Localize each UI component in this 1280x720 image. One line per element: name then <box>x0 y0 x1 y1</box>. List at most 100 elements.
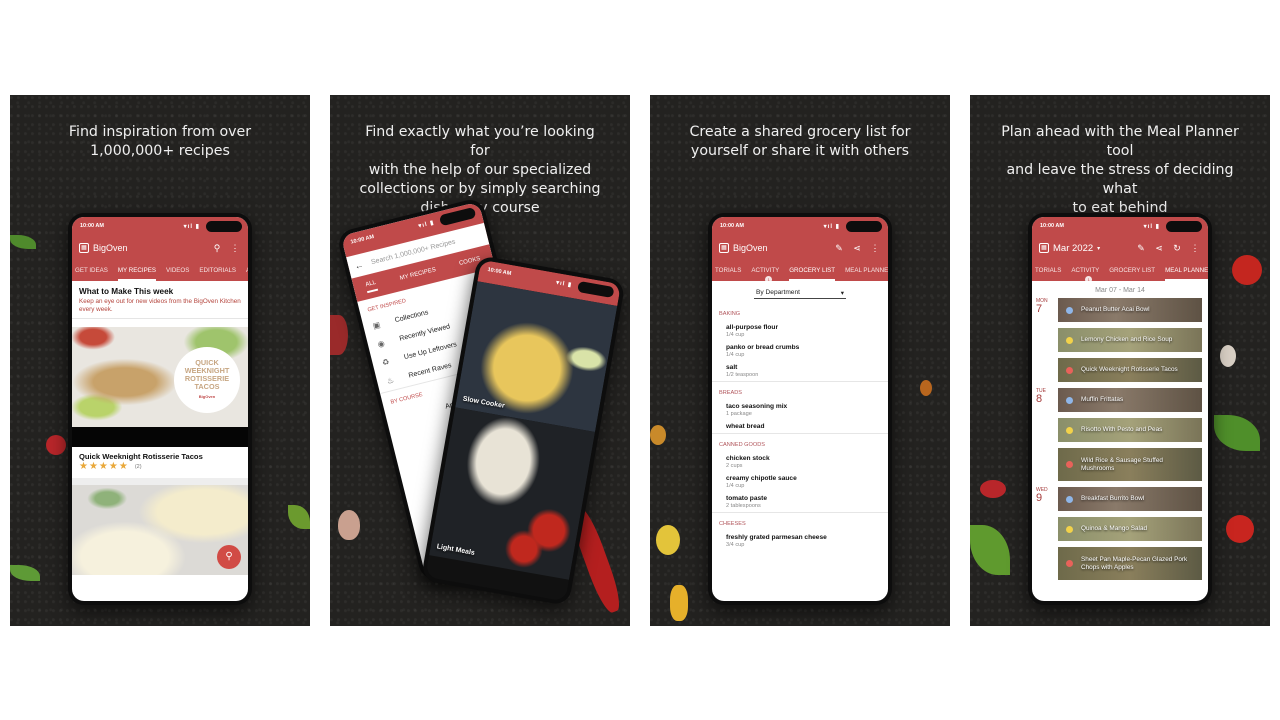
day-date: 9 <box>1036 492 1043 504</box>
search-icon[interactable]: ⚲ <box>211 243 223 254</box>
camera-cutout <box>438 206 477 227</box>
camera-cutout <box>577 280 615 299</box>
app-bar: 10:00 AM ▾ıl ▮ ▦ Mar 2022 ▾ ✎ ⋖ ↻ ⋮ TORI… <box>1032 217 1208 281</box>
grocery-item[interactable]: chicken stock 2 cups <box>712 452 888 472</box>
grocery-item[interactable]: wheat bread <box>712 420 888 433</box>
tab-activity[interactable]: ACTIVITY 1 <box>751 261 779 281</box>
meal-type-dot <box>1066 366 1073 374</box>
grocery-item[interactable]: salt 1/2 teaspoon <box>712 361 888 381</box>
tab-tutorials[interactable]: TORIALS <box>1035 261 1061 281</box>
recycle-icon: ♻ <box>381 357 391 368</box>
meal-card[interactable]: Quinoa & Mango Salad <box>1058 517 1202 541</box>
tab-meal-planner[interactable]: MEAL PLANNER <box>845 261 888 281</box>
grocery-item-quantity: 1/2 teaspoon <box>726 372 759 378</box>
meal-card[interactable]: Peanut Butter Acai Bowl <box>1058 298 1202 322</box>
month-selector[interactable]: Mar 2022 <box>1053 243 1093 254</box>
panel-meal-planner: Plan ahead with the Meal Planner tool an… <box>970 95 1270 626</box>
week-range: Mar 07 - Mar 14 <box>1095 287 1145 294</box>
planner-day: MON 7 Peanut Butter Acai Bowl Lemony Chicke… <box>1032 298 1208 388</box>
grocery-section-header: BAKING <box>719 311 741 317</box>
eye-icon: ◉ <box>376 338 386 350</box>
bigoven-logo-icon: ▦ <box>1039 243 1049 253</box>
garlic-decoration <box>338 510 360 540</box>
panel-caption: Create a shared grocery list for yoursel… <box>689 124 911 159</box>
grocery-item[interactable]: freshly grated parmesan cheese 3/4 cup <box>712 531 888 551</box>
tab-editorials[interactable]: EDITORIALS <box>199 261 236 281</box>
phone-screen: 10:00 AM ▾ıl ▮ ▦ Mar 2022 ▾ ✎ ⋖ ↻ ⋮ TORI… <box>1032 217 1208 601</box>
tomato-decoration <box>1232 255 1262 285</box>
grocery-item[interactable]: tomato paste 2 tablespoons <box>712 492 888 512</box>
meal-card[interactable]: Lemony Chicken and Rice Soup <box>1058 328 1202 352</box>
back-arrow-icon[interactable]: ← <box>353 259 364 271</box>
collection-tile-light-meals[interactable]: Light Meals <box>429 407 596 580</box>
meal-card[interactable]: Wild Rice & Sausage Stuffed Mushrooms <box>1058 448 1202 481</box>
more-options-icon[interactable]: ⋮ <box>229 243 241 254</box>
more-options-icon[interactable]: ⋮ <box>1189 243 1201 254</box>
grocery-item[interactable]: all-purpose flour 1/4 cup <box>712 321 888 341</box>
status-time: 10:00 AM <box>80 223 104 229</box>
day-date: 8 <box>1036 393 1043 405</box>
edit-pencil-icon[interactable]: ✎ <box>833 243 845 254</box>
planner-day: WED 9 Breakfast Burrito Bowl Quinoa & Mango… <box>1032 487 1208 586</box>
tab-activity[interactable]: AC <box>246 261 248 281</box>
day-meals: Breakfast Burrito Bowl Quinoa & Mango Sal… <box>1058 487 1202 586</box>
meal-card[interactable]: Sheet Pan Maple-Pecan Glazed Pork Chops … <box>1058 547 1202 580</box>
phone-mockup: 10:00 AM ▾ıl ▮ ▦ BigOven ✎ ⋖ ⋮ TORIALS A… <box>708 213 892 605</box>
meal-name: Sheet Pan Maple-Pecan Glazed Pork Chops … <box>1081 555 1188 571</box>
phone-screen: 10:00 AM ▾ıl ▮ ▦ BigOven ⚲ ⋮ GET IDEAS M… <box>72 217 248 601</box>
tab-bar: GET IDEAS MY RECIPES VIDEOS EDITORIALS A… <box>72 261 248 281</box>
status-bar: 10:00 AM ▾ıl ▮ <box>72 217 248 235</box>
meal-type-dot <box>1066 560 1073 567</box>
grocery-item-name: all-purpose flour <box>726 324 779 331</box>
meal-card[interactable]: Risotto With Pesto and Peas <box>1058 418 1202 442</box>
camera-cutout <box>1166 221 1202 232</box>
recipe-hero-image[interactable]: QUICK WEEKNIGHT ROTISSERIE TACOS BigOven <box>72 327 248 428</box>
tab-meal-planner[interactable]: MEAL PLANNER <box>1165 261 1208 281</box>
search-fab-button[interactable]: ⚲ <box>217 545 241 570</box>
tab-get-ideas[interactable]: GET IDEAS <box>75 261 108 281</box>
meal-card[interactable]: Quick Weeknight Rotisserie Tacos <box>1058 358 1202 382</box>
recipe-image-lemon-bars[interactable]: ⚲ <box>72 485 248 576</box>
share-icon[interactable]: ⋖ <box>851 243 863 254</box>
grocery-item[interactable]: creamy chipotle sauce 1/4 cup <box>712 472 888 492</box>
collections-icon: ▣ <box>371 320 382 331</box>
bigoven-logo-icon: ▦ <box>79 243 89 253</box>
pepper-decoration <box>920 380 932 396</box>
grocery-item[interactable]: taco seasoning mix 1 package <box>712 400 888 420</box>
grocery-item-quantity: 1/4 cup <box>726 352 745 358</box>
recipe-title: Quick Weeknight Rotisserie Tacos <box>79 452 203 462</box>
tab-all[interactable]: ALL <box>364 279 378 293</box>
sort-by-select[interactable]: By Department ▾ <box>754 289 846 299</box>
status-time: 10:00 AM <box>720 223 744 229</box>
meal-type-dot <box>1066 306 1073 314</box>
recipe-card[interactable]: Quick Weeknight Rotisserie Tacos ★★★★★ (… <box>72 447 248 479</box>
grocery-item-quantity: 1 package <box>726 411 752 417</box>
collection-tile-slow-cooker[interactable]: Slow Cooker <box>455 281 618 433</box>
panel-grocery-list: Create a shared grocery list for yoursel… <box>650 95 950 626</box>
meal-card[interactable]: Breakfast Burrito Bowl <box>1058 487 1202 511</box>
meal-card[interactable]: Muffin Frittatas <box>1058 388 1202 412</box>
star-rating: ★★★★★ (2) <box>79 461 241 472</box>
more-options-icon[interactable]: ⋮ <box>869 243 881 254</box>
grocery-item[interactable]: panko or bread crumbs 1/4 cup <box>712 341 888 361</box>
tab-tutorials[interactable]: TORIALS <box>715 261 741 281</box>
tab-grocery-list[interactable]: GROCERY LIST <box>1109 261 1155 281</box>
share-icon[interactable]: ⋖ <box>1153 243 1165 254</box>
refresh-icon[interactable]: ↻ <box>1171 243 1183 254</box>
day-label: MON 7 <box>1036 298 1058 388</box>
tab-my-recipes[interactable]: MY RECIPES <box>117 261 156 281</box>
grocery-item-quantity: 3/4 cup <box>726 542 745 548</box>
tab-activity[interactable]: ACTIVITY 1 <box>1071 261 1099 281</box>
collection-label: Light Meals <box>436 543 476 557</box>
stars-icon: ★★★★★ <box>79 461 129 473</box>
tab-grocery-list[interactable]: GROCERY LIST <box>789 261 836 281</box>
dropdown-arrow-icon[interactable]: ▾ <box>1097 245 1100 252</box>
app-bar: 10:00 AM ▾ıl ▮ ▦ BigOven ⚲ ⋮ GET IDEAS M… <box>72 217 248 281</box>
tab-my-recipes[interactable]: MY RECIPES <box>399 267 436 282</box>
review-count: (2) <box>134 463 142 470</box>
notification-badge: 1 <box>765 276 773 281</box>
phone-mockup: 10:00 AM ▾ıl ▮ ▦ BigOven ⚲ ⋮ GET IDEAS M… <box>68 213 252 605</box>
tab-videos[interactable]: VIDEOS <box>166 261 189 281</box>
status-time: 10:00 AM <box>1040 223 1064 229</box>
edit-pencil-icon[interactable]: ✎ <box>1135 243 1147 254</box>
